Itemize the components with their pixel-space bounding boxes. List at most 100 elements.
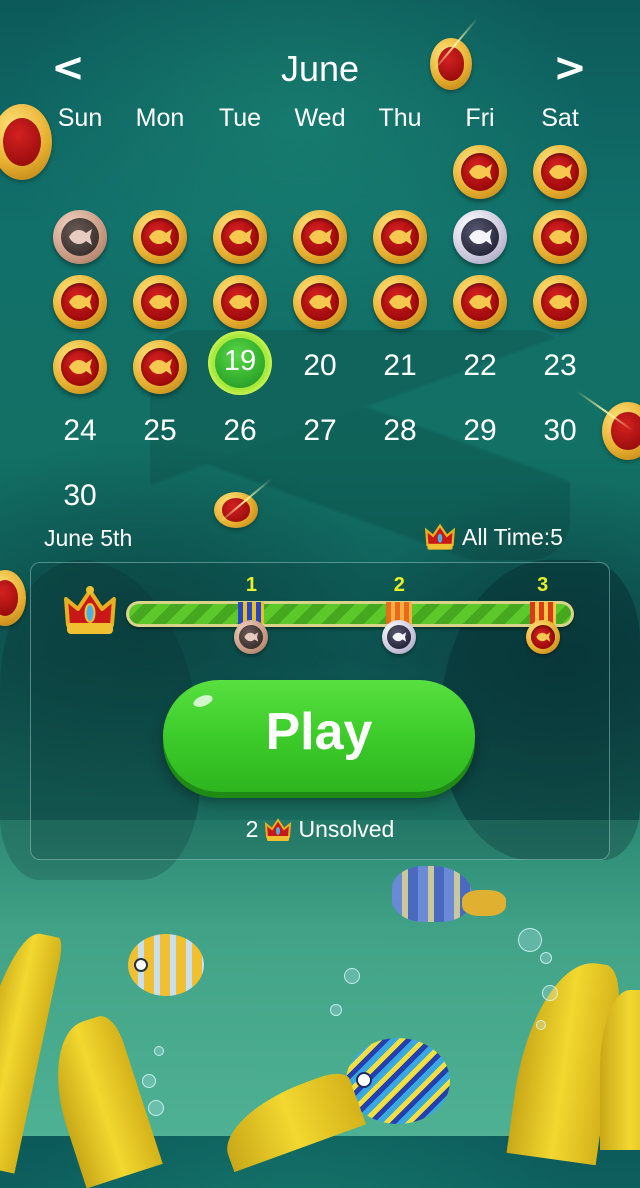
fish-icon bbox=[389, 294, 412, 310]
weekday-label: Tue bbox=[218, 104, 262, 132]
fish-icon bbox=[549, 229, 572, 245]
calendar-day-cell[interactable] bbox=[120, 205, 200, 270]
silver-crown-coin-icon[interactable] bbox=[453, 210, 507, 264]
calendar-day-cell[interactable]: 25 bbox=[120, 400, 200, 465]
gold-crown-coin-icon[interactable] bbox=[53, 340, 107, 394]
gold-crown-coin-icon[interactable] bbox=[373, 210, 427, 264]
calendar-week-row bbox=[40, 140, 600, 205]
gold-crown-coin-icon[interactable] bbox=[533, 210, 587, 264]
fish-icon bbox=[549, 164, 572, 180]
fish-icon bbox=[549, 294, 572, 310]
day-number: 30 bbox=[63, 479, 97, 512]
today-marker[interactable]: 19 bbox=[208, 331, 272, 395]
calendar-grid: 19 20 21 22 23 24 25 26 27 28 29 30 30 bbox=[40, 140, 600, 530]
calendar-day-cell bbox=[200, 140, 280, 205]
calendar-day-cell[interactable] bbox=[520, 270, 600, 335]
gold-medal-icon bbox=[525, 620, 560, 654]
fish-icon bbox=[229, 294, 252, 310]
calendar-week-row bbox=[40, 270, 600, 335]
crown-progress-bar bbox=[126, 601, 574, 627]
play-button[interactable]: Play bbox=[163, 680, 475, 792]
calendar-week-row bbox=[40, 205, 600, 270]
angelfish bbox=[346, 1038, 450, 1124]
milestone-1: 1 bbox=[231, 574, 271, 656]
day-number: 20 bbox=[303, 349, 337, 382]
calendar-day-cell[interactable] bbox=[520, 205, 600, 270]
calendar-day-cell[interactable]: 30 bbox=[520, 400, 600, 465]
fish-eye bbox=[356, 1072, 372, 1088]
milestone-3: 3 bbox=[523, 574, 563, 656]
calendar-day-cell[interactable]: 20 bbox=[280, 335, 360, 400]
calendar-day-cell bbox=[120, 465, 200, 530]
calendar-day-cell[interactable]: 27 bbox=[280, 400, 360, 465]
calendar-day-cell[interactable] bbox=[40, 205, 120, 270]
fish-icon bbox=[536, 632, 550, 642]
day-number: 28 bbox=[383, 414, 417, 447]
milestone-number: 2 bbox=[393, 574, 405, 596]
fish-icon bbox=[69, 294, 92, 310]
calendar-day-cell[interactable]: 28 bbox=[360, 400, 440, 465]
calendar-day-cell bbox=[200, 465, 280, 530]
calendar-day-cell[interactable] bbox=[440, 140, 520, 205]
gold-crown-coin-icon[interactable] bbox=[453, 145, 507, 199]
play-button-label: Play bbox=[265, 703, 373, 761]
day-number: 19 bbox=[223, 345, 257, 377]
calendar-day-cell[interactable] bbox=[280, 270, 360, 335]
gold-crown-coin-icon[interactable] bbox=[533, 275, 587, 329]
calendar-day-cell[interactable] bbox=[120, 270, 200, 335]
calendar-day-cell[interactable]: 30 bbox=[40, 465, 120, 530]
bronze-medal-icon bbox=[234, 620, 269, 654]
fish-icon bbox=[469, 229, 492, 245]
gold-crown-coin-icon[interactable] bbox=[293, 275, 347, 329]
gold-crown-coin-icon[interactable] bbox=[453, 275, 507, 329]
chevron-right-icon[interactable]: > bbox=[552, 46, 588, 90]
day-number: 23 bbox=[543, 349, 577, 382]
gold-crown-coin-icon[interactable] bbox=[533, 145, 587, 199]
fish-icon bbox=[69, 359, 92, 375]
fish-icon bbox=[244, 632, 259, 642]
calendar-day-cell[interactable] bbox=[40, 270, 120, 335]
calendar-day-cell[interactable] bbox=[360, 205, 440, 270]
kelp bbox=[37, 1011, 163, 1188]
gold-crown-coin-icon[interactable] bbox=[293, 210, 347, 264]
gold-crown-coin-icon[interactable] bbox=[213, 275, 267, 329]
calendar-day-cell[interactable] bbox=[360, 270, 440, 335]
fish-icon bbox=[389, 229, 412, 245]
day-number: 25 bbox=[143, 414, 177, 447]
calendar-day-cell[interactable]: 26 bbox=[200, 400, 280, 465]
calendar-week-row: 19 20 21 22 23 bbox=[40, 331, 600, 400]
calendar-day-cell[interactable]: 22 bbox=[440, 335, 520, 400]
calendar-day-cell[interactable] bbox=[520, 140, 600, 205]
day-number: 30 bbox=[543, 414, 577, 447]
calendar-day-cell[interactable]: 23 bbox=[520, 335, 600, 400]
calendar-day-cell[interactable] bbox=[440, 205, 520, 270]
calendar-day-cell[interactable]: 21 bbox=[360, 335, 440, 400]
calendar-day-cell bbox=[120, 140, 200, 205]
bronze-crown-coin-icon[interactable] bbox=[53, 210, 107, 264]
sea-floor bbox=[0, 820, 640, 1136]
kelp bbox=[213, 1067, 367, 1173]
gold-crown-coin-icon[interactable] bbox=[133, 275, 187, 329]
fish-icon bbox=[309, 229, 332, 245]
crown-icon bbox=[64, 586, 116, 634]
fish-icon bbox=[69, 229, 92, 245]
kelp bbox=[506, 954, 624, 1166]
gold-crown-coin-icon[interactable] bbox=[133, 210, 187, 264]
calendar-day-cell[interactable] bbox=[440, 270, 520, 335]
calendar-day-cell[interactable]: 29 bbox=[440, 400, 520, 465]
calendar-day-cell[interactable] bbox=[120, 335, 200, 400]
calendar-day-cell[interactable]: 24 bbox=[40, 400, 120, 465]
calendar-day-cell[interactable] bbox=[200, 270, 280, 335]
calendar-day-cell[interactable] bbox=[200, 205, 280, 270]
gold-crown-coin-icon[interactable] bbox=[53, 275, 107, 329]
gold-crown-coin-icon[interactable] bbox=[373, 275, 427, 329]
calendar-day-cell[interactable] bbox=[40, 335, 120, 400]
fish-icon bbox=[149, 359, 172, 375]
gold-crown-coin-icon[interactable] bbox=[213, 210, 267, 264]
kelp bbox=[600, 990, 640, 1150]
calendar-day-cell[interactable]: 19 bbox=[200, 331, 280, 400]
gold-crown-coin-icon[interactable] bbox=[133, 340, 187, 394]
weekday-header: Sun Mon Tue Wed Thu Fri Sat bbox=[40, 104, 600, 133]
calendar-day-cell[interactable] bbox=[280, 205, 360, 270]
month-title: June bbox=[280, 48, 360, 89]
